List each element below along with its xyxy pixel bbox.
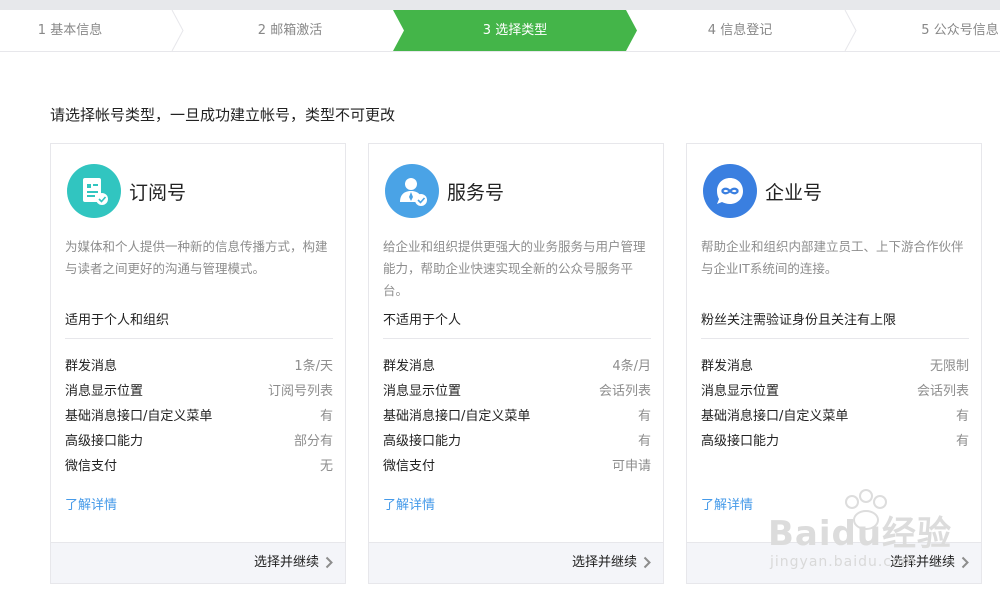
step-progress-bar: 1 基本信息 2 邮箱激活 3 选择类型 4 信息登记 5 公众号信息	[0, 10, 1000, 52]
card-description: 为媒体和个人提供一种新的信息传播方式，构建与读者之间更好的沟通与管理模式。	[65, 239, 328, 276]
learn-more-link[interactable]: 了解详情	[383, 494, 435, 513]
feature-row: 群发消息 1条/天	[65, 357, 333, 382]
step-2: 2 邮箱激活	[220, 10, 360, 51]
feature-value: 会话列表	[598, 384, 651, 399]
feature-name: 基础消息接口/自定义菜单	[65, 409, 213, 424]
chevron-right-icon	[643, 556, 651, 569]
feature-value: 会话列表	[916, 384, 969, 399]
card-title: 服务号	[447, 182, 505, 204]
feature-row: 消息显示位置 订阅号列表	[65, 382, 333, 407]
feature-list: 群发消息 4条/月 消息显示位置 会话列表 基础消息接口/自定义菜单有 高级接口能力…	[383, 357, 651, 482]
select-and-continue-label: 选择并继续	[253, 555, 319, 570]
feature-row: 群发消息 4条/月	[383, 357, 651, 382]
feature-name: 消息显示位置	[701, 384, 780, 399]
feature-list: 群发消息 1条/天 消息显示位置 订阅号列表 基础消息接口/自定义菜单 有 高级接口能…	[65, 357, 333, 482]
select-and-continue-button[interactable]: 选择并继续	[254, 543, 333, 583]
card-title: 企业号	[765, 182, 823, 204]
enterprise-account-card: 企业号 帮助企业和组织内部建立员工、上下游合作伙伴与企业IT系统间的连接。 粉丝…	[686, 143, 982, 584]
feature-row: 基础消息接口/自定义菜单 有	[701, 407, 969, 432]
feature-name: 高级接口能力	[383, 434, 462, 449]
card-footer: 选择并继续	[51, 542, 345, 583]
step-3: 3 选择类型	[445, 10, 585, 51]
feature-value: 有	[319, 409, 333, 424]
feature-row: 群发消息 无限制	[701, 357, 969, 382]
feature-name: 消息显示位置	[383, 384, 462, 399]
feature-name: 高级接口能力	[701, 434, 780, 449]
feature-value: 1条/天	[294, 359, 333, 374]
step-4-label: 4 信息登记	[707, 23, 773, 38]
select-and-continue-label: 选择并继续	[571, 555, 637, 570]
feature-name: 群发消息	[701, 359, 754, 374]
card-suitability: 不适用于个人	[383, 309, 651, 339]
feature-name: 基础消息接口/自定义菜单	[701, 409, 849, 424]
step-5: 5 公众号信息	[890, 10, 1000, 51]
subscription-account-card: 订阅号 为媒体和个人提供一种新的信息传播方式，构建与读者之间更好的沟通与管理模式…	[50, 143, 346, 584]
feature-name: 高级接口能力	[65, 434, 144, 449]
card-suitability: 粉丝关注需验证身份且关注有上限	[701, 309, 969, 339]
feature-list: 群发消息 无限制 消息显示位置 会话列表 基础消息接口/自定义菜单有 高级接口能力有	[701, 357, 969, 457]
learn-more-link[interactable]: 了解详情	[701, 494, 753, 513]
step-4: 4 信息登记	[670, 10, 810, 51]
feature-value: 有	[637, 434, 651, 449]
feature-name: 基础消息接口/自定义菜单	[383, 409, 531, 424]
feature-row: 高级接口能力 有	[383, 432, 651, 457]
feature-value: 有	[955, 409, 969, 424]
feature-value: 无限制	[929, 359, 969, 374]
learn-more-link[interactable]: 了解详情	[65, 494, 117, 513]
feature-name: 群发消息	[65, 359, 118, 374]
feature-row: 高级接口能力 部分有	[65, 432, 333, 457]
chevron-right-icon	[325, 556, 333, 569]
select-and-continue-button[interactable]: 选择并继续	[572, 543, 651, 583]
feature-row: 微信支付 可申请	[383, 457, 651, 482]
feature-name: 微信支付	[383, 459, 436, 474]
feature-value: 可申请	[611, 459, 651, 474]
feature-value: 4条/月	[612, 359, 651, 374]
feature-row: 高级接口能力 有	[701, 432, 969, 457]
enterprise-icon	[703, 164, 757, 218]
select-and-continue-label: 选择并继续	[889, 555, 955, 570]
card-title: 订阅号	[129, 182, 187, 204]
feature-name: 群发消息	[383, 359, 436, 374]
card-suitability: 适用于个人和组织	[65, 309, 333, 339]
step-2-label: 2 邮箱激活	[257, 23, 323, 38]
feature-row: 微信支付 无	[65, 457, 333, 482]
account-type-intro: 请选择帐号类型，一旦成功建立帐号，类型不可更改	[50, 106, 396, 124]
feature-row: 基础消息接口/自定义菜单 有	[383, 407, 651, 432]
feature-value: 有	[637, 409, 651, 424]
feature-name: 微信支付	[65, 459, 118, 474]
feature-name: 消息显示位置	[65, 384, 144, 399]
service-account-card: 服务号 给企业和组织提供更强大的业务服务与用户管理能力，帮助企业快速实现全新的公…	[368, 143, 664, 584]
step-3-label: 3 选择类型	[482, 23, 548, 38]
feature-row: 消息显示位置 会话列表	[701, 382, 969, 407]
step-1: 1 基本信息	[0, 10, 140, 51]
feature-row: 消息显示位置 会话列表	[383, 382, 651, 407]
card-description: 帮助企业和组织内部建立员工、上下游合作伙伴与企业IT系统间的连接。	[701, 239, 964, 276]
card-footer: 选择并继续	[369, 542, 663, 583]
subscription-icon	[67, 164, 121, 218]
feature-value: 无	[319, 459, 333, 474]
step-1-label: 1 基本信息	[37, 23, 103, 38]
step-5-label: 5 公众号信息	[921, 23, 999, 38]
feature-value: 订阅号列表	[267, 384, 333, 399]
chevron-right-icon	[961, 556, 969, 569]
select-and-continue-button[interactable]: 选择并继续	[890, 543, 969, 583]
card-footer: 选择并继续	[687, 542, 981, 583]
feature-value: 部分有	[293, 434, 333, 449]
feature-value: 有	[955, 434, 969, 449]
service-icon	[385, 164, 439, 218]
feature-row: 基础消息接口/自定义菜单 有	[65, 407, 333, 432]
card-description: 给企业和组织提供更强大的业务服务与用户管理能力，帮助企业快速实现全新的公众号服务…	[383, 239, 646, 298]
top-bar	[0, 0, 1000, 10]
